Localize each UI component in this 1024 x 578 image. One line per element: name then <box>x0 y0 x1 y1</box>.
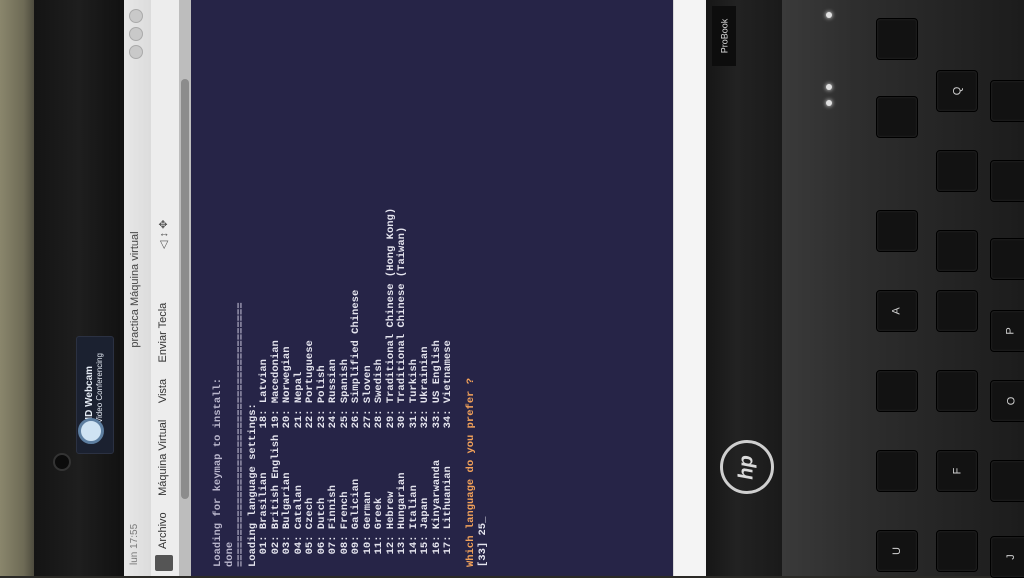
language-table: 01: Brasilian 18: Latvian 02: British En… <box>258 207 455 567</box>
console-scrollbar[interactable] <box>179 0 191 576</box>
model-text: ProBook <box>719 18 729 54</box>
status-led-icon <box>826 84 832 90</box>
key-label: Q <box>951 86 963 96</box>
language-option: 26: Simplified Chinese <box>350 289 362 429</box>
language-option: 07: Finnish <box>327 428 339 567</box>
keyboard-key <box>990 160 1024 202</box>
scrollbar-thumb[interactable] <box>181 79 189 499</box>
keyboard-key <box>990 460 1024 502</box>
language-option: 16: Kinyarwanda <box>430 428 443 567</box>
keyboard-key <box>876 96 918 138</box>
webcam-lens-icon <box>78 418 104 444</box>
console-separator: ========================================… <box>235 302 247 567</box>
language-option: 14: Italian <box>407 428 420 567</box>
key-label: U <box>890 547 903 555</box>
key-label: O <box>1005 396 1017 406</box>
model-label: ProBook <box>712 6 736 66</box>
language-option: 02: British English <box>269 428 282 567</box>
keyboard-key <box>936 150 978 192</box>
hp-logo: hp <box>720 440 774 494</box>
language-option: 31: Turkish <box>407 359 420 429</box>
keyboard-key: A <box>876 290 918 332</box>
toolbar-controls-icon[interactable]: ◁ ↕ ✥ <box>157 220 170 249</box>
language-option: 04: Catalan <box>292 428 305 567</box>
keyboard-key: F <box>936 450 978 492</box>
console-screen[interactable]: Loading for keymap to install: done ====… <box>191 0 673 576</box>
language-option: 32: Ukrainian <box>419 346 431 429</box>
keyboard-key <box>990 238 1024 280</box>
language-option: 10: German <box>361 428 374 567</box>
menu-bar: Archivo Máquina Virtual Vista Enviar Tec… <box>151 0 180 576</box>
laptop-bezel <box>34 0 124 576</box>
language-option: 23: Polish <box>315 365 328 429</box>
language-option: 11: Greek <box>373 428 385 567</box>
language-option: 18: Latvian <box>258 359 270 429</box>
language-option: 25: Spanish <box>338 359 351 429</box>
keyboard-key <box>876 450 918 492</box>
keyboard-key <box>936 370 978 412</box>
language-option: 34: Vietnamese <box>442 340 454 429</box>
keyboard-key <box>876 210 918 252</box>
keyboard-key: Q <box>936 70 978 112</box>
language-option: 15: Japan <box>419 428 431 567</box>
keyboard-key <box>876 370 918 412</box>
key-label: A <box>891 307 903 315</box>
close-icon[interactable] <box>129 9 143 23</box>
menu-enviar-tecla[interactable]: Enviar Tecla <box>157 303 169 363</box>
keyboard-key <box>936 530 978 572</box>
menu-maquina-virtual[interactable]: Máquina Virtual <box>157 420 169 496</box>
virtualbox-window: lun 17:55 practica Máquina virtual Archi… <box>124 0 704 576</box>
language-option: 24: Russian <box>327 359 339 429</box>
language-prompt: Which language do you prefer ? <box>465 377 477 567</box>
keyboard-key <box>936 290 978 332</box>
language-option: 05: Czech <box>304 428 316 567</box>
status-led-icon <box>826 12 832 18</box>
language-option: 19: Macedonian <box>269 340 282 429</box>
language-option: 12: Hebrew <box>384 428 397 567</box>
console-output: Loading for keymap to install: done ====… <box>212 207 490 567</box>
language-option: 06: Dutch <box>315 428 328 567</box>
language-option: 29: Traditional Chinese (Hong Kong) <box>384 207 397 429</box>
menu-vista[interactable]: Vista <box>157 379 169 403</box>
language-option: 13: Hungarian <box>396 428 408 567</box>
language-option: 08: French <box>338 428 351 567</box>
window-title: practica Máquina virtual <box>129 231 141 348</box>
keyboard-key: O <box>990 380 1024 422</box>
key-label: P <box>1005 327 1017 335</box>
app-icon[interactable] <box>155 555 173 571</box>
language-option: 01: Brasilian <box>258 428 270 567</box>
language-option: 28: Swedish <box>373 359 385 429</box>
language-option: 22: Portuguese <box>304 340 316 429</box>
language-option: 09: Galician <box>350 428 362 567</box>
language-input[interactable]: [33] 25_ <box>477 208 490 567</box>
keyboard-key <box>990 80 1024 122</box>
language-option: 03: Bulgarian <box>281 428 293 567</box>
key-label: J <box>1005 554 1017 560</box>
keyboard-key: U <box>876 530 918 572</box>
status-bar <box>673 0 704 576</box>
keyboard-key <box>876 18 918 60</box>
keyboard-key <box>936 230 978 272</box>
key-label: F <box>950 467 963 475</box>
title-bar: lun 17:55 practica Máquina virtual <box>124 0 152 576</box>
keyboard-key: J <box>990 536 1024 578</box>
status-led-icon <box>826 100 832 106</box>
language-row: 17: Lithuanian 34: Vietnamese <box>442 208 455 567</box>
menu-archivo[interactable]: Archivo <box>157 512 169 549</box>
ambient-sensor <box>53 453 71 471</box>
language-option: 30: Traditional Chinese (Taiwan) <box>396 226 408 429</box>
language-option: 33: US English <box>430 340 443 429</box>
minimize-icon[interactable] <box>129 45 143 59</box>
language-option: 20: Norwegian <box>281 346 293 429</box>
language-option: 27: Sloven <box>361 365 374 429</box>
laptop-screen: lun 17:55 practica Máquina virtual Archi… <box>124 0 706 576</box>
language-option: 21: Nepal <box>292 371 305 429</box>
brand-text: hp <box>735 454 758 480</box>
keyboard-key: P <box>990 310 1024 352</box>
language-option: 17: Lithuanian <box>442 428 454 567</box>
maximize-icon[interactable] <box>129 27 143 41</box>
console-header-line: Loading for keymap to install: <box>212 377 224 567</box>
